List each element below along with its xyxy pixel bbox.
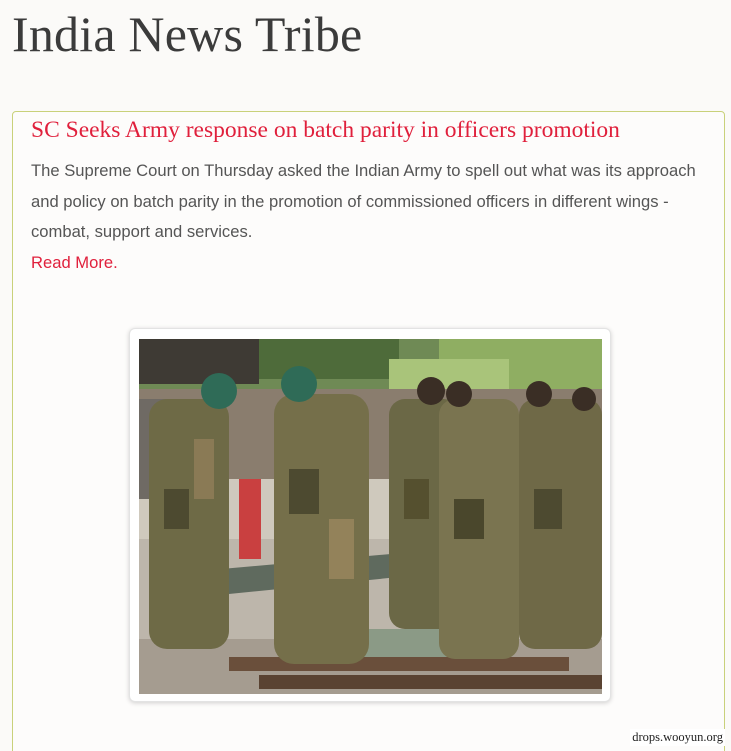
article-photo-frame <box>129 328 611 702</box>
article-card: SC Seeks Army response on batch parity i… <box>12 111 725 751</box>
article-summary: The Supreme Court on Thursday asked the … <box>31 161 696 241</box>
article-photo[interactable] <box>139 339 602 694</box>
read-more-link[interactable]: Read More. <box>31 248 118 278</box>
site-title[interactable]: India News Tribe <box>12 4 362 64</box>
article-title-link[interactable]: SC Seeks Army response on batch parity i… <box>31 115 620 145</box>
watermark-text: drops.wooyun.org <box>630 729 725 746</box>
